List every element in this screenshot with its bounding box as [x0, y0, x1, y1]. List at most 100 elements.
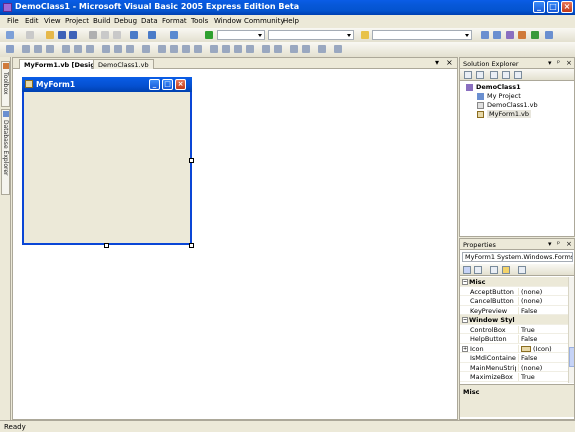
- menu-edit[interactable]: Edit: [25, 17, 39, 25]
- object-selector[interactable]: MyForm1 System.Windows.Forms.F: [462, 252, 573, 262]
- center-horizontally-icon[interactable]: [262, 45, 270, 53]
- property-row[interactable]: KeyPreview False: [460, 306, 568, 315]
- platform-dropdown[interactable]: [268, 30, 354, 40]
- designer-form[interactable]: MyForm1 _ □ ×: [22, 77, 192, 245]
- pin-icon[interactable]: ᵖ: [557, 59, 560, 67]
- redo-icon[interactable]: [148, 31, 156, 39]
- copy-icon[interactable]: [101, 31, 109, 39]
- property-value[interactable]: (none): [518, 297, 542, 305]
- property-row[interactable]: MainMenuStrip (none): [460, 363, 568, 372]
- property-value[interactable]: (none): [518, 287, 542, 296]
- menu-window[interactable]: Window: [214, 17, 242, 25]
- menu-help[interactable]: Help: [283, 17, 299, 25]
- property-row[interactable]: + Icon (Icon): [460, 344, 568, 353]
- property-grid-scrollbar[interactable]: [568, 277, 574, 383]
- resize-handle-right[interactable]: [189, 158, 194, 163]
- size-to-grid-icon[interactable]: [142, 45, 150, 53]
- resize-handle-corner[interactable]: [189, 243, 194, 248]
- menu-data[interactable]: Data: [141, 17, 158, 25]
- property-row[interactable]: MaximizeBox True: [460, 372, 568, 382]
- refresh-icon[interactable]: [490, 71, 498, 79]
- save-all-icon[interactable]: [69, 31, 77, 39]
- resize-handle-bottom[interactable]: [104, 243, 109, 248]
- property-value[interactable]: (Icon): [518, 344, 552, 353]
- close-document-icon[interactable]: ×: [446, 59, 453, 67]
- remove-vertical-spacing-icon[interactable]: [246, 45, 254, 53]
- remove-horizontal-spacing-icon[interactable]: [194, 45, 202, 53]
- send-to-back-icon[interactable]: [302, 45, 310, 53]
- view-designer-icon[interactable]: [514, 71, 522, 79]
- database-explorer-tab[interactable]: Database Explorer: [1, 109, 10, 195]
- panel-dropdown-icon[interactable]: ▾: [548, 59, 552, 67]
- start-page-icon[interactable]: [531, 31, 539, 39]
- make-same-height-icon[interactable]: [114, 45, 122, 53]
- properties-view-icon[interactable]: [490, 266, 498, 274]
- increase-horizontal-spacing-icon[interactable]: [170, 45, 178, 53]
- align-rights-icon[interactable]: [46, 45, 54, 53]
- solution-explorer-icon[interactable]: [481, 31, 489, 39]
- property-value[interactable]: False: [518, 335, 537, 343]
- configuration-dropdown[interactable]: [217, 30, 265, 40]
- property-row[interactable]: IsMdiContainer False: [460, 353, 568, 363]
- menu-project[interactable]: Project: [65, 17, 89, 25]
- tab-democlass1-vb[interactable]: DemoClass1.vb: [93, 59, 154, 69]
- show-all-files-icon[interactable]: [476, 71, 484, 79]
- start-debugging-icon[interactable]: [205, 31, 213, 39]
- panel-close-icon[interactable]: ×: [566, 59, 572, 67]
- minimize-button[interactable]: _: [533, 1, 545, 13]
- property-row[interactable]: HelpButton False: [460, 334, 568, 344]
- property-value[interactable]: False: [518, 354, 537, 362]
- events-icon[interactable]: [502, 266, 510, 274]
- align-lefts-icon[interactable]: [22, 45, 30, 53]
- navigate-icon[interactable]: [170, 31, 178, 39]
- align-middles-icon[interactable]: [74, 45, 82, 53]
- make-same-size-icon[interactable]: [126, 45, 134, 53]
- lock-controls-icon[interactable]: [318, 45, 326, 53]
- properties-window-icon[interactable]: [493, 31, 501, 39]
- property-value[interactable]: True: [518, 325, 535, 334]
- property-value[interactable]: True: [518, 373, 535, 381]
- open-folder-icon[interactable]: [46, 31, 54, 39]
- decrease-horizontal-spacing-icon[interactable]: [182, 45, 190, 53]
- tab-order-icon[interactable]: [334, 45, 342, 53]
- save-icon[interactable]: [58, 31, 66, 39]
- menu-tools[interactable]: Tools: [191, 17, 208, 25]
- panel-close-icon[interactable]: ×: [566, 240, 572, 248]
- increase-vertical-spacing-icon[interactable]: [222, 45, 230, 53]
- menu-community[interactable]: Community: [244, 17, 285, 25]
- toolbox-tab[interactable]: Toolbox: [1, 61, 10, 107]
- tab-list-dropdown-icon[interactable]: ▾: [435, 59, 439, 67]
- panel-dropdown-icon[interactable]: ▾: [548, 240, 552, 248]
- decrease-vertical-spacing-icon[interactable]: [234, 45, 242, 53]
- property-row[interactable]: ControlBox True: [460, 325, 568, 334]
- category-window-style[interactable]: − Window Style: [460, 315, 568, 325]
- align-bottoms-icon[interactable]: [86, 45, 94, 53]
- property-row[interactable]: AcceptButton (none): [460, 287, 568, 296]
- make-same-width-icon[interactable]: [102, 45, 110, 53]
- find-dropdown[interactable]: [372, 30, 472, 40]
- paste-icon[interactable]: [113, 31, 121, 39]
- pin-icon[interactable]: ᵖ: [557, 240, 560, 248]
- scrollbar-thumb[interactable]: [569, 347, 574, 367]
- close-button[interactable]: ×: [561, 1, 573, 13]
- menu-view[interactable]: View: [44, 17, 61, 25]
- tree-item-my-project[interactable]: My Project: [487, 92, 521, 100]
- properties-icon[interactable]: [464, 71, 472, 79]
- new-project-icon[interactable]: [6, 31, 14, 39]
- align-centers-icon[interactable]: [34, 45, 42, 53]
- property-row[interactable]: CancelButton (none): [460, 296, 568, 306]
- view-code-icon[interactable]: [502, 71, 510, 79]
- menu-debug[interactable]: Debug: [114, 17, 137, 25]
- category-misc[interactable]: − Misc: [460, 277, 568, 287]
- align-tops-icon[interactable]: [62, 45, 70, 53]
- menu-format[interactable]: Format: [162, 17, 187, 25]
- categorized-icon[interactable]: [463, 266, 471, 274]
- tree-item-project[interactable]: DemoClass1: [476, 83, 521, 91]
- property-value[interactable]: False: [518, 306, 537, 315]
- menu-file[interactable]: File: [7, 17, 19, 25]
- tree-item-democlass1[interactable]: DemoClass1.vb: [487, 101, 538, 109]
- expand-icon[interactable]: +: [462, 345, 468, 352]
- align-to-grid-icon[interactable]: [6, 45, 14, 53]
- alphabetical-icon[interactable]: [474, 266, 482, 274]
- collapse-icon[interactable]: −: [462, 279, 468, 285]
